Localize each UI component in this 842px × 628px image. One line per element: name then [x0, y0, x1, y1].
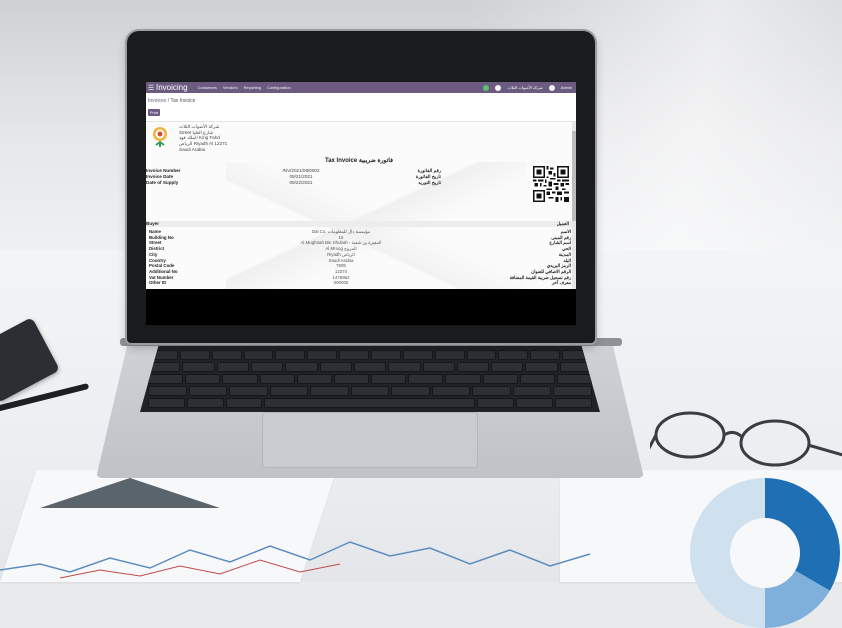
breadcrumb-invoices[interactable]: Invoices [148, 98, 166, 104]
trackpad [262, 412, 478, 468]
paper-chart-shape [40, 478, 220, 508]
chat-icon[interactable] [495, 84, 502, 91]
buyer-heading-arabic: العميل [556, 221, 569, 226]
value-date-of-supply: 09/22/2021 [289, 179, 313, 185]
activity-icon[interactable] [483, 84, 490, 91]
buyer-heading: Buyer [146, 221, 160, 226]
qr-code-icon [533, 166, 569, 202]
invoice-meta-values: INV/2021/09/0002 09/21/2021 09/22/2021 [146, 168, 456, 185]
print-button[interactable]: Print [148, 109, 160, 116]
company-name: شركة الأصوات الثلاث [179, 124, 220, 129]
screen-bezel-bottom [146, 289, 576, 325]
invoice-meta-labels-arabic: رقم الفاتورة تاريخ الفاتورة تاريخ التوري… [416, 168, 441, 185]
app-title[interactable]: Invoicing [156, 83, 188, 92]
paper-line-chart [0, 541, 591, 579]
buyer-label-arabic: معرف آخر [551, 280, 571, 286]
title-english: Tax Invoice [324, 158, 358, 164]
company-country: Saudi Arabia [179, 146, 206, 152]
company-logo-icon [153, 127, 167, 147]
label-ar-invoice-date: تاريخ الفاتورة [415, 173, 441, 179]
nav-reporting[interactable]: Reporting [244, 85, 261, 90]
label-ar-date-of-supply: تاريخ التوريد [418, 179, 441, 185]
laptop-keyboard [140, 346, 600, 412]
laptop-screen: ☰ Invoicing Customers Vendors Reporting … [146, 82, 576, 325]
document-title: Tax Invoice فاتورة ضريبية [146, 157, 572, 164]
buyer-labels-arabic: الاسم رقم المبنى اسم الشارع الحي المدينة… [510, 229, 571, 286]
buyer-value: 000000 [333, 280, 349, 286]
user-name[interactable]: Admin [561, 85, 572, 90]
breadcrumb-current: Tax Invoice [170, 98, 196, 104]
company-city: الرياض Riyadh Al 12271 [179, 141, 228, 147]
buyer-values: Dal Co. مؤسسة دال للمعلومات 15 Al Mughir… [146, 229, 536, 286]
menu-icon[interactable]: ☰ [146, 84, 156, 92]
nav-customers[interactable]: Customers [198, 85, 217, 90]
label-ar-invoice-number: رقم الفاتورة [417, 168, 441, 173]
title-arabic: فاتورة ضريبية [358, 158, 393, 164]
scrollbar-thumb[interactable] [572, 131, 576, 221]
nav-configuration[interactable]: Configuration [267, 85, 291, 90]
breadcrumb-separator: / [167, 98, 170, 104]
odoo-top-navbar: ☰ Invoicing Customers Vendors Reporting … [146, 82, 576, 93]
user-avatar[interactable] [548, 84, 555, 91]
eyeglasses [650, 411, 842, 467]
company-switcher[interactable]: شركة الأصوات الثلاث [507, 85, 542, 90]
nav-vendors[interactable]: Vendors [223, 85, 238, 90]
buyer-section-header: Buyer العميل [146, 221, 572, 227]
breadcrumb: Invoices / Tax Invoice [148, 98, 195, 104]
company-address: شركة الأصوات الثلاث Street شارع العليا ا… [179, 124, 227, 153]
